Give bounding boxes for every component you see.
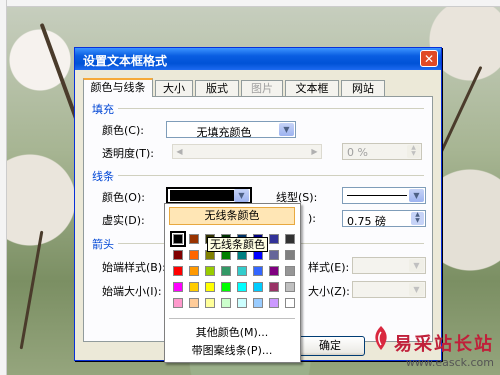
tab-layout[interactable]: 版式 (195, 80, 239, 96)
spinner-icon: ▲ ▼ (407, 145, 420, 158)
color-swatch[interactable] (269, 282, 279, 292)
line-color-label: 颜色(O): (102, 191, 145, 204)
color-swatch[interactable] (205, 298, 215, 308)
color-swatch[interactable] (173, 266, 183, 276)
close-icon: ✕ (423, 52, 435, 66)
tab-picture: 图片 (241, 80, 283, 96)
color-swatch[interactable] (285, 282, 295, 292)
color-swatch[interactable] (189, 250, 199, 260)
transparency-input: 0 % ▲ ▼ (342, 143, 422, 160)
fill-section-title: 填充 (92, 103, 114, 116)
color-swatch[interactable] (170, 231, 186, 247)
fill-color-value: 无填充颜色 (196, 126, 252, 139)
tooltip: 无线条颜色 (207, 237, 268, 252)
color-swatch[interactable] (285, 298, 295, 308)
chevron-down-icon[interactable]: ▼ (409, 189, 424, 202)
chevron-down-icon: ▼ (409, 283, 424, 296)
watermark: 易采站长站 www.easck.com (375, 326, 494, 369)
end-size-select: ▼ (352, 281, 426, 298)
dialog-titlebar[interactable]: 设置文本框格式 ✕ (75, 48, 441, 70)
line-style-preview (347, 195, 407, 196)
watermark-brand: 易采站长站 (394, 334, 494, 355)
patterned-lines-option[interactable]: 带图案线条(P)... (169, 342, 295, 358)
color-swatch[interactable] (269, 266, 279, 276)
fill-color-select[interactable]: 无填充颜色 ▼ (166, 121, 296, 139)
document-top-edge (0, 0, 500, 7)
dialog-title: 设置文本框格式 (83, 54, 168, 68)
chevron-right-icon: ▶ (311, 147, 318, 156)
line-style-select[interactable]: ▼ (342, 187, 426, 204)
color-swatch[interactable] (253, 298, 263, 308)
watermark-logo-icon (375, 326, 387, 350)
tab-textbox[interactable]: 文本框 (285, 80, 339, 96)
spinner-icon[interactable]: ▲ ▼ (411, 212, 424, 225)
color-swatch[interactable] (189, 266, 199, 276)
no-line-color-option[interactable]: 无线条颜色 (169, 207, 295, 225)
color-swatch[interactable] (285, 234, 295, 244)
color-swatch[interactable] (173, 282, 183, 292)
color-swatch[interactable] (205, 282, 215, 292)
color-swatch[interactable] (237, 266, 247, 276)
dash-label: 虚实(D): (102, 214, 145, 227)
color-swatch[interactable] (221, 298, 231, 308)
color-swatch[interactable] (205, 266, 215, 276)
transparency-label: 透明度(T): (102, 147, 155, 160)
line-color-dropdown: 无线条颜色 其他颜色(M)... 带图案线条(P)... (164, 203, 301, 363)
section-divider (118, 175, 424, 176)
transparency-slider: ◀ ▶ (172, 144, 322, 159)
close-button[interactable]: ✕ (420, 50, 438, 67)
color-swatch[interactable] (269, 250, 279, 260)
color-swatch[interactable] (237, 282, 247, 292)
arrows-section-title: 箭头 (92, 238, 114, 251)
color-swatch[interactable] (173, 298, 183, 308)
color-swatch[interactable] (221, 282, 231, 292)
line-section-title: 线条 (92, 170, 114, 183)
end-style-select: ▼ (352, 257, 426, 274)
color-swatch[interactable] (269, 234, 279, 244)
ok-button[interactable]: 确定 (295, 336, 365, 356)
chevron-down-icon: ▼ (409, 259, 424, 272)
section-divider (118, 108, 424, 109)
color-swatch[interactable] (253, 266, 263, 276)
chevron-down-icon[interactable]: ▼ (234, 189, 249, 202)
color-swatch[interactable] (237, 298, 247, 308)
color-swatch[interactable] (253, 282, 263, 292)
line-color-select[interactable]: ▼ (166, 187, 252, 204)
end-size-label: 大小(Z): (308, 285, 350, 298)
color-swatch[interactable] (221, 266, 231, 276)
line-weight-input[interactable]: 0.75 磅 ▲ ▼ (342, 210, 426, 228)
tab-size[interactable]: 大小 (155, 80, 193, 96)
tab-web[interactable]: 网站 (341, 80, 385, 96)
chevron-down-icon[interactable]: ▼ (279, 123, 294, 136)
color-swatch[interactable] (285, 266, 295, 276)
color-swatch[interactable] (189, 234, 199, 244)
line-weight-label: ): (308, 212, 316, 225)
color-swatch[interactable] (285, 250, 295, 260)
color-swatch[interactable] (173, 250, 183, 260)
line-color-swatch (170, 190, 234, 201)
fill-color-label: 颜色(C): (102, 124, 144, 137)
color-swatch[interactable] (189, 282, 199, 292)
begin-style-label: 始端样式(B): (102, 261, 166, 274)
more-colors-option[interactable]: 其他颜色(M)... (169, 324, 295, 340)
transparency-value: 0 % (347, 146, 368, 159)
watermark-url: www.easck.com (405, 356, 494, 369)
document-left-edge (0, 0, 7, 375)
color-swatch[interactable] (269, 298, 279, 308)
chevron-left-icon: ◀ (176, 147, 183, 156)
color-swatch[interactable] (189, 298, 199, 308)
end-style-label: 样式(E): (308, 261, 350, 274)
tab-colors-and-lines[interactable]: 颜色与线条 (83, 78, 153, 97)
begin-size-label: 始端大小(I): (102, 285, 162, 298)
menu-divider (169, 318, 295, 319)
line-weight-value: 0.75 磅 (347, 215, 386, 228)
